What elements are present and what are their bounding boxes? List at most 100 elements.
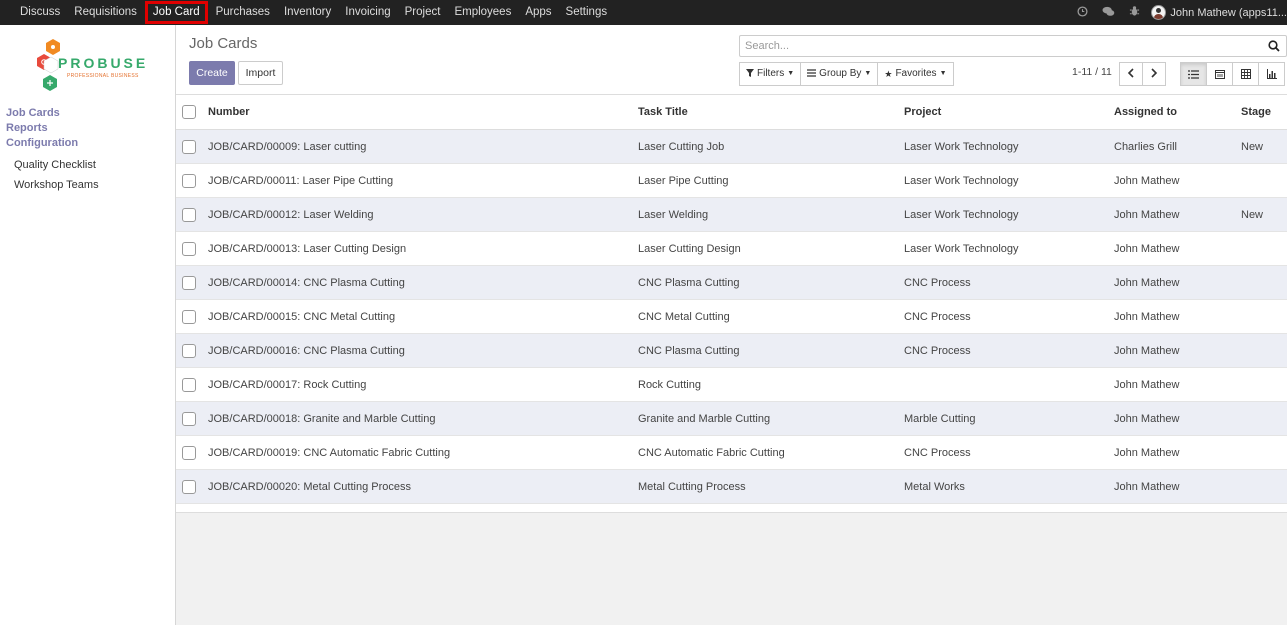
cell-task-title: CNC Plasma Cutting [638,276,740,289]
table-row[interactable]: JOB/CARD/00011: Laser Pipe Cutting Laser … [176,163,1287,198]
groupby-dropdown[interactable]: Group By ▼ [800,62,879,86]
table-row[interactable]: JOB/CARD/00016: CNC Plasma Cutting CNC Pl… [176,333,1287,368]
pager-previous-button[interactable] [1119,62,1143,86]
menu-item-apps[interactable]: Apps [518,0,558,25]
table-row[interactable]: JOB/CARD/00009: Laser cutting Laser Cutti… [176,129,1287,164]
cell-number: JOB/CARD/00009: Laser cutting [208,140,367,153]
table-row[interactable]: JOB/CARD/00015: CNC Metal Cutting CNC Met… [176,299,1287,334]
chevron-left-icon [1127,68,1134,78]
cell-task-title: CNC Metal Cutting [638,310,730,323]
logo-brand: PROBUSE [58,55,149,71]
cell-assigned-to: John Mathew [1114,412,1180,425]
graph-view-button[interactable] [1258,62,1285,86]
create-button[interactable]: Create [189,61,235,85]
cell-project: CNC Process [904,276,971,289]
sidebar-item-reports[interactable]: Reports [6,121,99,136]
pivot-view-button[interactable] [1232,62,1259,86]
menu-item-employees[interactable]: Employees [447,0,518,25]
menu-item-discuss[interactable]: Discuss [13,0,67,25]
row-checkbox[interactable] [182,139,196,154]
row-checkbox[interactable] [182,241,196,256]
column-header-project[interactable]: Project [904,95,1114,130]
pager-value[interactable]: 1-11 / 11 [1072,66,1112,78]
chat-icon[interactable] [1102,6,1115,20]
list-view-button[interactable] [1180,62,1207,86]
column-header-task-title[interactable]: Task Title [638,95,904,130]
row-select-cell [176,402,208,436]
table-row[interactable]: JOB/CARD/00012: Laser Welding Laser Weldi… [176,197,1287,232]
select-all-cell [176,95,208,130]
cell-stage: New [1241,140,1264,153]
row-select-cell [176,266,208,300]
menu-item-inventory[interactable]: Inventory [277,0,338,25]
table-row[interactable]: JOB/CARD/00013: Laser Cutting Design Lase… [176,231,1287,266]
table-row[interactable]: JOB/CARD/00018: Granite and Marble Cutti… [176,401,1287,436]
cell-assigned-to: John Mathew [1114,378,1180,391]
cell-project: CNC Process [904,310,971,323]
calendar-view-button[interactable] [1206,62,1233,86]
select-all-checkbox[interactable] [182,105,196,119]
search-options: Filters ▼ Group By ▼ ★ Favorites ▼ [739,62,954,86]
column-header-assigned-to[interactable]: Assigned to [1114,95,1241,130]
table-row[interactable]: JOB/CARD/00017: Rock Cutting Rock Cutting… [176,367,1287,402]
table-row[interactable]: JOB/CARD/00020: Metal Cutting Process Met… [176,469,1287,504]
cell-number: JOB/CARD/00011: Laser Pipe Cutting [208,174,394,187]
row-select-cell [176,164,208,198]
sidebar-item-workshop-teams[interactable]: Workshop Teams [6,175,99,195]
sidebar-item-job-cards[interactable]: Job Cards [6,106,99,121]
cell-assigned-to: John Mathew [1114,242,1180,255]
top-navbar: Discuss Requisitions Job Card Purchases … [0,0,1287,25]
search-box [739,35,1287,57]
clock-icon[interactable] [1076,5,1088,20]
table-row[interactable]: JOB/CARD/00019: CNC Automatic Fabric Cut… [176,435,1287,470]
menu-item-purchases[interactable]: Purchases [209,0,277,25]
cell-number: JOB/CARD/00019: CNC Automatic Fabric Cut… [208,446,451,459]
user-menu[interactable]: John Mathew (apps11... [1151,5,1287,20]
menu-item-settings[interactable]: Settings [559,0,615,25]
row-checkbox[interactable] [182,411,196,426]
row-checkbox[interactable] [182,445,196,460]
cell-assigned-to: John Mathew [1114,344,1180,357]
row-select-cell [176,436,208,470]
cell-stage [1241,334,1287,368]
row-checkbox[interactable] [182,377,196,392]
cell-stage [1241,368,1287,402]
filters-dropdown[interactable]: Filters ▼ [739,62,802,86]
avatar [1151,5,1167,20]
cell-assigned-to: Charlies Grill [1114,140,1177,153]
row-select-cell [176,368,208,402]
row-checkbox[interactable] [182,173,196,188]
menu-item-job-card[interactable]: Job Card [144,1,208,24]
pager-next-button[interactable] [1142,62,1166,86]
row-checkbox[interactable] [182,479,196,494]
import-button[interactable]: Import [238,61,283,85]
search-input[interactable] [740,36,1260,56]
filters-label: Filters [757,68,785,79]
cell-task-title: Laser Pipe Cutting [638,174,729,187]
column-header-stage[interactable]: Stage [1241,95,1287,130]
cell-task-title: Granite and Marble Cutting [638,412,771,425]
menu-item-requisitions[interactable]: Requisitions [67,0,144,25]
favorites-dropdown[interactable]: ★ Favorites ▼ [877,62,954,86]
table-footer [176,504,1287,513]
cell-stage [1241,300,1287,334]
cell-task-title: Laser Cutting Design [638,242,741,255]
cell-assigned-to: John Mathew [1114,446,1180,459]
search-icon[interactable] [1268,40,1280,52]
column-header-number[interactable]: Number [208,95,638,130]
bars-icon [807,63,817,85]
row-checkbox[interactable] [182,275,196,290]
sidebar-item-configuration[interactable]: Configuration [6,136,99,151]
row-select-cell [176,198,208,232]
table-row[interactable]: JOB/CARD/00014: CNC Plasma Cutting CNC Pl… [176,265,1287,300]
row-checkbox[interactable] [182,207,196,222]
sidebar-item-quality-checklist[interactable]: Quality Checklist [6,155,99,175]
sidebar-nav: Job Cards Reports Configuration Quality … [6,106,99,195]
row-checkbox[interactable] [182,343,196,358]
cell-project: Metal Works [904,480,965,493]
row-checkbox[interactable] [182,309,196,324]
list-icon [1188,69,1199,79]
bug-icon[interactable] [1128,5,1140,20]
menu-item-invoicing[interactable]: Invoicing [338,0,397,25]
menu-item-project[interactable]: Project [398,0,448,25]
